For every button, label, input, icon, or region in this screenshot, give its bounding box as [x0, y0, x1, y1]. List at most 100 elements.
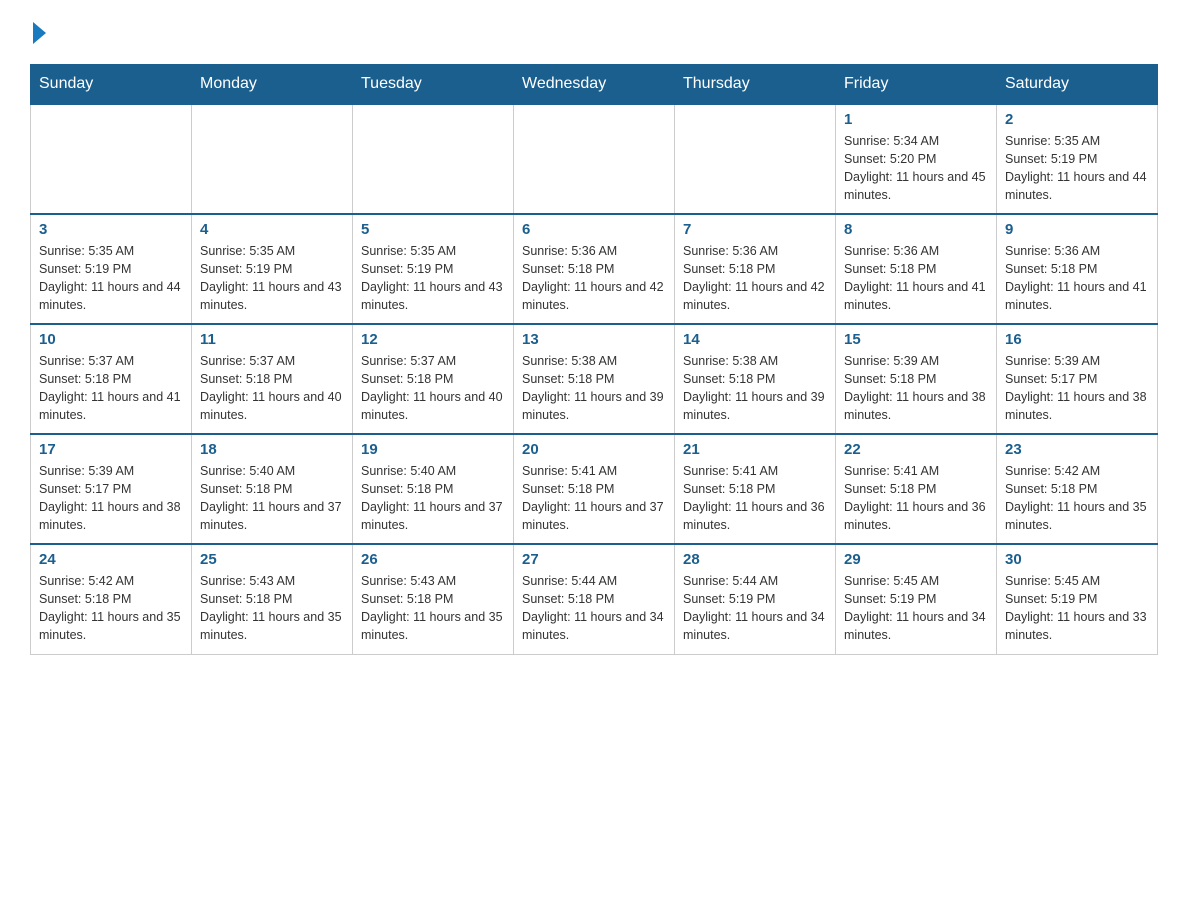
day-info: Sunrise: 5:37 AMSunset: 5:18 PMDaylight:… — [200, 352, 344, 425]
week-row: 24 Sunrise: 5:42 AMSunset: 5:18 PMDayligh… — [31, 544, 1158, 654]
calendar-cell: 17 Sunrise: 5:39 AMSunset: 5:17 PMDayligh… — [31, 434, 192, 544]
calendar-cell: 30 Sunrise: 5:45 AMSunset: 5:19 PMDayligh… — [997, 544, 1158, 654]
calendar-cell: 13Sunrise: 5:38 AMSunset: 5:18 PMDayligh… — [514, 324, 675, 434]
calendar-cell: 24 Sunrise: 5:42 AMSunset: 5:18 PMDayligh… — [31, 544, 192, 654]
calendar-cell: 14 Sunrise: 5:38 AMSunset: 5:18 PMDayligh… — [675, 324, 836, 434]
day-info: Sunrise: 5:39 AMSunset: 5:18 PMDaylight:… — [844, 352, 988, 425]
day-number: 4 — [200, 221, 344, 238]
day-number: 5 — [361, 221, 505, 238]
day-info: Sunrise: 5:43 AMSunset: 5:18 PMDaylight:… — [200, 572, 344, 645]
day-info: Sunrise: 5:45 AMSunset: 5:19 PMDaylight:… — [844, 572, 988, 645]
week-row: 17 Sunrise: 5:39 AMSunset: 5:17 PMDayligh… — [31, 434, 1158, 544]
day-number: 12 — [361, 331, 505, 348]
calendar-cell: 15 Sunrise: 5:39 AMSunset: 5:18 PMDayligh… — [836, 324, 997, 434]
calendar-cell: 4 Sunrise: 5:35 AMSunset: 5:19 PMDaylight… — [192, 214, 353, 324]
day-number: 9 — [1005, 221, 1149, 238]
calendar-cell — [192, 104, 353, 214]
day-info: Sunrise: 5:36 AMSunset: 5:18 PMDaylight:… — [1005, 242, 1149, 315]
day-number: 1 — [844, 111, 988, 128]
day-number: 26 — [361, 551, 505, 568]
day-number: 14 — [683, 331, 827, 348]
day-info: Sunrise: 5:35 AMSunset: 5:19 PMDaylight:… — [361, 242, 505, 315]
calendar-cell: 7 Sunrise: 5:36 AMSunset: 5:18 PMDaylight… — [675, 214, 836, 324]
calendar-cell: 28Sunrise: 5:44 AMSunset: 5:19 PMDayligh… — [675, 544, 836, 654]
day-number: 29 — [844, 551, 988, 568]
calendar-cell: 18 Sunrise: 5:40 AMSunset: 5:18 PMDayligh… — [192, 434, 353, 544]
day-number: 17 — [39, 441, 183, 458]
calendar-cell: 27 Sunrise: 5:44 AMSunset: 5:18 PMDayligh… — [514, 544, 675, 654]
day-info: Sunrise: 5:37 AMSunset: 5:18 PMDaylight:… — [361, 352, 505, 425]
calendar-cell: 11 Sunrise: 5:37 AMSunset: 5:18 PMDayligh… — [192, 324, 353, 434]
day-info: Sunrise: 5:35 AMSunset: 5:19 PMDaylight:… — [200, 242, 344, 315]
day-info: Sunrise: 5:35 AMSunset: 5:19 PMDaylight:… — [39, 242, 183, 315]
day-info: Sunrise: 5:41 AMSunset: 5:18 PMDaylight:… — [522, 462, 666, 535]
day-number: 22 — [844, 441, 988, 458]
day-number: 3 — [39, 221, 183, 238]
day-number: 25 — [200, 551, 344, 568]
calendar-cell — [353, 104, 514, 214]
weekday-header-row: SundayMondayTuesdayWednesdayThursdayFrid… — [31, 65, 1158, 105]
day-number: 30 — [1005, 551, 1149, 568]
day-number: 15 — [844, 331, 988, 348]
weekday-header-saturday: Saturday — [997, 65, 1158, 105]
day-info: Sunrise: 5:36 AMSunset: 5:18 PMDaylight:… — [683, 242, 827, 315]
day-info: Sunrise: 5:36 AMSunset: 5:18 PMDaylight:… — [522, 242, 666, 315]
calendar-cell: 23 Sunrise: 5:42 AMSunset: 5:18 PMDayligh… — [997, 434, 1158, 544]
calendar-cell: 8Sunrise: 5:36 AMSunset: 5:18 PMDaylight… — [836, 214, 997, 324]
day-info: Sunrise: 5:40 AMSunset: 5:18 PMDaylight:… — [200, 462, 344, 535]
day-number: 27 — [522, 551, 666, 568]
calendar-cell — [675, 104, 836, 214]
weekday-header-tuesday: Tuesday — [353, 65, 514, 105]
calendar-cell: 12 Sunrise: 5:37 AMSunset: 5:18 PMDayligh… — [353, 324, 514, 434]
logo — [30, 20, 46, 44]
calendar-cell: 16 Sunrise: 5:39 AMSunset: 5:17 PMDayligh… — [997, 324, 1158, 434]
day-info: Sunrise: 5:39 AMSunset: 5:17 PMDaylight:… — [1005, 352, 1149, 425]
week-row: 10 Sunrise: 5:37 AMSunset: 5:18 PMDayligh… — [31, 324, 1158, 434]
weekday-header-wednesday: Wednesday — [514, 65, 675, 105]
calendar-cell: 10 Sunrise: 5:37 AMSunset: 5:18 PMDayligh… — [31, 324, 192, 434]
calendar-cell — [514, 104, 675, 214]
day-number: 2 — [1005, 111, 1149, 128]
day-number: 23 — [1005, 441, 1149, 458]
day-number: 21 — [683, 441, 827, 458]
day-info: Sunrise: 5:42 AMSunset: 5:18 PMDaylight:… — [39, 572, 183, 645]
day-number: 20 — [522, 441, 666, 458]
weekday-header-thursday: Thursday — [675, 65, 836, 105]
day-info: Sunrise: 5:34 AMSunset: 5:20 PMDaylight:… — [844, 132, 988, 205]
page-header — [30, 20, 1158, 44]
day-info: Sunrise: 5:35 AMSunset: 5:19 PMDaylight:… — [1005, 132, 1149, 205]
day-number: 13 — [522, 331, 666, 348]
day-number: 6 — [522, 221, 666, 238]
day-info: Sunrise: 5:41 AMSunset: 5:18 PMDaylight:… — [844, 462, 988, 535]
day-info: Sunrise: 5:44 AMSunset: 5:18 PMDaylight:… — [522, 572, 666, 645]
day-info: Sunrise: 5:45 AMSunset: 5:19 PMDaylight:… — [1005, 572, 1149, 645]
day-number: 16 — [1005, 331, 1149, 348]
week-row: 1 Sunrise: 5:34 AMSunset: 5:20 PMDaylight… — [31, 104, 1158, 214]
weekday-header-sunday: Sunday — [31, 65, 192, 105]
day-number: 11 — [200, 331, 344, 348]
weekday-header-friday: Friday — [836, 65, 997, 105]
calendar-cell: 9 Sunrise: 5:36 AMSunset: 5:18 PMDaylight… — [997, 214, 1158, 324]
calendar-table: SundayMondayTuesdayWednesdayThursdayFrid… — [30, 64, 1158, 655]
day-number: 10 — [39, 331, 183, 348]
calendar-cell: 2 Sunrise: 5:35 AMSunset: 5:19 PMDaylight… — [997, 104, 1158, 214]
day-info: Sunrise: 5:36 AMSunset: 5:18 PMDaylight:… — [844, 242, 988, 315]
calendar-cell: 26Sunrise: 5:43 AMSunset: 5:18 PMDayligh… — [353, 544, 514, 654]
day-number: 19 — [361, 441, 505, 458]
calendar-cell: 20 Sunrise: 5:41 AMSunset: 5:18 PMDayligh… — [514, 434, 675, 544]
day-info: Sunrise: 5:38 AMSunset: 5:18 PMDaylight:… — [683, 352, 827, 425]
day-info: Sunrise: 5:40 AMSunset: 5:18 PMDaylight:… — [361, 462, 505, 535]
day-number: 28 — [683, 551, 827, 568]
day-info: Sunrise: 5:37 AMSunset: 5:18 PMDaylight:… — [39, 352, 183, 425]
day-number: 7 — [683, 221, 827, 238]
day-number: 24 — [39, 551, 183, 568]
calendar-cell: 29 Sunrise: 5:45 AMSunset: 5:19 PMDayligh… — [836, 544, 997, 654]
logo-arrow-icon — [33, 22, 46, 44]
calendar-cell — [31, 104, 192, 214]
calendar-cell: 22 Sunrise: 5:41 AMSunset: 5:18 PMDayligh… — [836, 434, 997, 544]
day-info: Sunrise: 5:39 AMSunset: 5:17 PMDaylight:… — [39, 462, 183, 535]
day-info: Sunrise: 5:42 AMSunset: 5:18 PMDaylight:… — [1005, 462, 1149, 535]
calendar-cell: 1 Sunrise: 5:34 AMSunset: 5:20 PMDaylight… — [836, 104, 997, 214]
day-info: Sunrise: 5:41 AMSunset: 5:18 PMDaylight:… — [683, 462, 827, 535]
day-number: 18 — [200, 441, 344, 458]
